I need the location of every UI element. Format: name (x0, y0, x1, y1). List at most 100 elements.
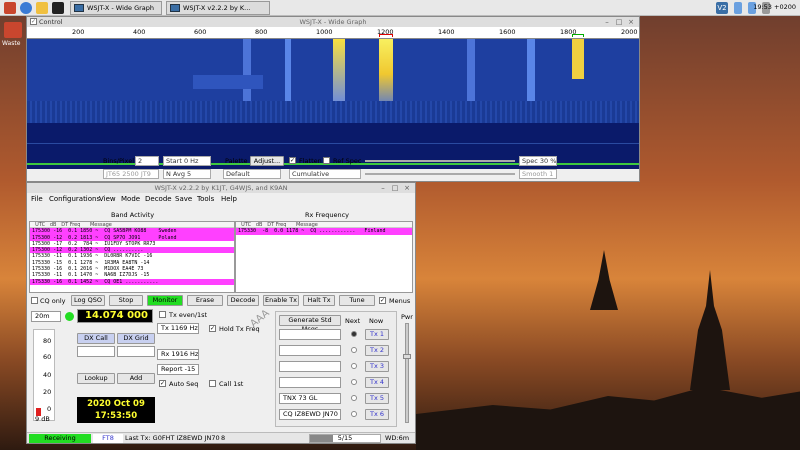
ruler-tick-label: 1400 (438, 28, 455, 36)
log-qso-button[interactable]: Log QSO (71, 295, 105, 306)
smooth-spinbox[interactable]: Smooth 1 (519, 169, 557, 179)
signal-trace (333, 39, 345, 105)
close-icon[interactable]: × (627, 18, 635, 26)
main-titlebar: WSJT-X v2.2.2 by K1JT, G4WJS, and K9AN –… (27, 183, 415, 193)
minimize-icon[interactable]: – (379, 184, 387, 192)
bluetooth-icon[interactable] (734, 2, 742, 14)
palette-select[interactable]: Default (223, 169, 281, 179)
menu-decode[interactable]: Decode (145, 195, 172, 203)
next-radio-5[interactable] (351, 395, 357, 401)
task-main-window[interactable]: WSJT-X v2.2.2 by K... (166, 1, 270, 15)
clock-time: 17:53:50 (94, 411, 138, 421)
spectrum-type-select[interactable]: Cumulative (289, 169, 361, 179)
tx-3-button[interactable]: Tx 3 (365, 361, 389, 372)
dx-grid-input[interactable] (117, 346, 155, 357)
generate-std-msgs-button[interactable]: Generate Std Msgs (279, 315, 341, 333)
tx-even-checkbox[interactable] (159, 311, 166, 318)
menu-mode[interactable]: Mode (121, 195, 140, 203)
menu-save[interactable]: Save (175, 195, 192, 203)
waterfall-display[interactable] (27, 39, 639, 123)
next-radio-3[interactable] (351, 363, 357, 369)
adjust-button[interactable]: Adjust... (250, 156, 284, 166)
start-spinbox[interactable]: Start 0 Hz (163, 156, 211, 166)
control-checkbox[interactable]: ✓ (30, 18, 37, 25)
slider-handle[interactable] (403, 354, 411, 359)
halt-tx-button[interactable]: Halt Tx (303, 295, 335, 306)
menus-checkbox[interactable]: ✓ (379, 297, 386, 304)
decode-row[interactable]: 175330 -8 0.0 1178 ~ CQ ............ Fin… (236, 228, 412, 235)
minimize-icon[interactable]: – (603, 18, 611, 26)
enable-tx-button[interactable]: Enable Tx (263, 295, 299, 306)
tx-message-6-input[interactable]: CQ IZ8EWD JN70 (279, 409, 341, 420)
band-select[interactable]: 20m (31, 311, 61, 322)
zero-slider[interactable] (365, 173, 515, 175)
hold-tx-checkbox[interactable]: ✓ (209, 325, 216, 332)
clock: 19:53 +0200 (753, 3, 796, 11)
menu-tools[interactable]: Tools (197, 195, 214, 203)
rx-freq-spinbox[interactable]: Rx 1916 Hz (157, 349, 199, 360)
wide-graph-title: WSJT-X - Wide Graph (299, 18, 367, 26)
trash-icon[interactable] (4, 22, 22, 38)
desktop-icon-label: Waste (2, 40, 21, 47)
close-icon[interactable]: × (403, 184, 411, 192)
rx-frequency-title: Rx Frequency (305, 211, 350, 219)
report-spinbox[interactable]: Report -15 (157, 364, 199, 375)
mode-range-spinbox[interactable]: JT65 2500 JT9 (103, 169, 159, 179)
decode-row[interactable]: 175330 -16 0.1 1452 ~ CQ OE1 ........... (30, 278, 234, 285)
flatten-checkbox[interactable]: ✓ (289, 157, 296, 164)
ref-spec-checkbox[interactable] (323, 157, 330, 164)
stop-button[interactable]: Stop (109, 295, 143, 306)
next-radio-1[interactable] (351, 331, 357, 337)
maximize-icon[interactable]: □ (391, 184, 399, 192)
tx-2-button[interactable]: Tx 2 (365, 345, 389, 356)
tx-freq-spinbox[interactable]: Tx 1169 Hz (157, 323, 199, 334)
browser-icon[interactable] (20, 2, 32, 14)
tx-message-5-input[interactable]: TNX 73 GL (279, 393, 341, 404)
bins-spinbox[interactable]: 2 (135, 156, 159, 166)
folder-icon[interactable] (36, 2, 48, 14)
band-activity-panel[interactable]: UTC dB DT Freq Message 175300 -16 0.1 18… (29, 221, 235, 293)
menu-help[interactable]: Help (221, 195, 237, 203)
task-wide-graph[interactable]: WSJT-X - Wide Graph (70, 1, 162, 15)
navg-spinbox[interactable]: N Avg 5 (163, 169, 211, 179)
decode-button[interactable]: Decode (227, 295, 259, 306)
erase-button[interactable]: Erase (187, 295, 223, 306)
vnc-icon[interactable]: V2 (716, 2, 728, 14)
auto-seq-checkbox[interactable]: ✓ (159, 380, 166, 387)
pwr-label: Pwr (401, 313, 413, 321)
tune-button[interactable]: Tune (339, 295, 375, 306)
call-1st-checkbox[interactable] (209, 380, 216, 387)
power-slider[interactable] (403, 323, 411, 423)
next-radio-2[interactable] (351, 347, 357, 353)
tx-message-4-input[interactable] (279, 377, 341, 388)
gain-slider[interactable] (365, 160, 515, 162)
tx-1-button[interactable]: Tx 1 (365, 329, 389, 340)
dial-frequency-display[interactable]: 14.074 000 (77, 309, 153, 323)
tx-5-button[interactable]: Tx 5 (365, 393, 389, 404)
monitor-button[interactable]: Monitor (147, 295, 183, 306)
task-label: WSJT-X v2.2.2 by K... (183, 4, 251, 12)
lookup-button[interactable]: Lookup (77, 373, 115, 384)
ruler-tick-label: 1600 (499, 28, 516, 36)
menu-file[interactable]: File (31, 195, 43, 203)
tx-message-1-input[interactable] (279, 329, 341, 340)
clock-date: 2020 Oct 09 (87, 399, 145, 409)
tx-4-button[interactable]: Tx 4 (365, 377, 389, 388)
tx-6-button[interactable]: Tx 6 (365, 409, 389, 420)
menu-view[interactable]: View (99, 195, 116, 203)
add-button[interactable]: Add (117, 373, 155, 384)
rx-frequency-panel[interactable]: UTC dB DT Freq Message 175330 -8 0.0 117… (235, 221, 413, 293)
frequency-ruler[interactable]: 200 400 600 800 1000 1200 1400 1600 1800 2000 (27, 27, 639, 39)
terminal-icon[interactable] (52, 2, 64, 14)
next-radio-4[interactable] (351, 379, 357, 385)
maximize-icon[interactable]: □ (615, 18, 623, 26)
cq-only-checkbox[interactable] (31, 297, 38, 304)
spec-spinbox[interactable]: Spec 30 % (519, 156, 557, 166)
meter-db-label: 9 dB (35, 415, 50, 423)
dx-call-input[interactable] (77, 346, 115, 357)
raspberry-menu-icon[interactable] (4, 2, 16, 14)
menu-configurations[interactable]: Configurations (49, 195, 100, 203)
next-radio-6[interactable] (351, 411, 357, 417)
tx-message-2-input[interactable] (279, 345, 341, 356)
tx-message-3-input[interactable] (279, 361, 341, 372)
